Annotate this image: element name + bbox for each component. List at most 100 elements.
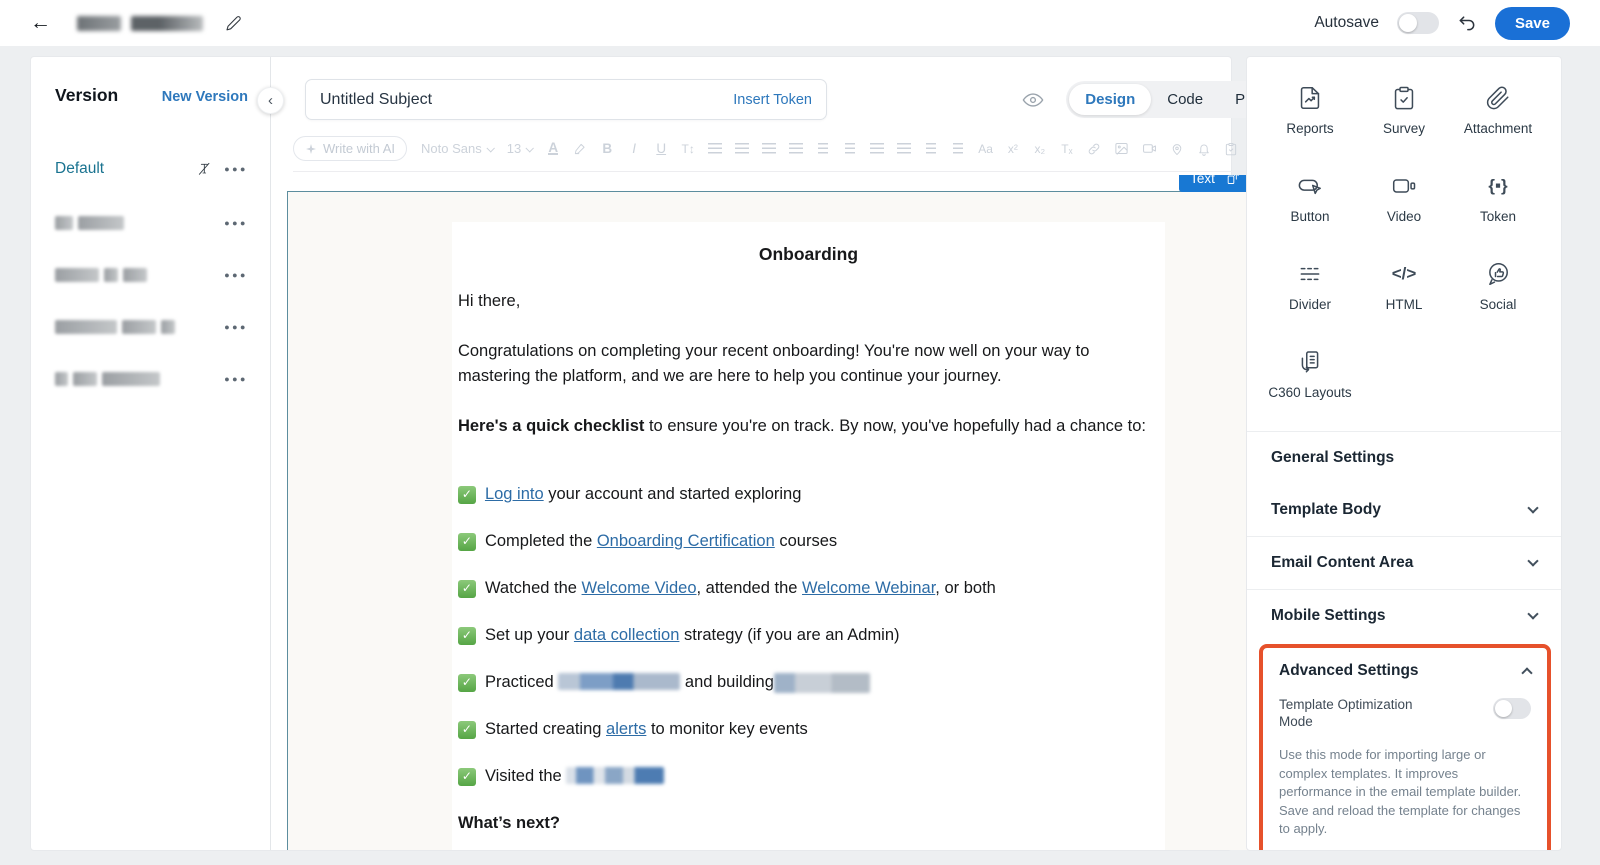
section-title: Email Content Area <box>1271 554 1414 571</box>
video-icon <box>1391 173 1417 199</box>
section-title: Template Body <box>1271 501 1381 518</box>
tab-design[interactable]: Design <box>1069 84 1152 115</box>
more-menu-icon[interactable]: ●●● <box>224 218 248 228</box>
section-email-content-area[interactable]: Email Content Area <box>1247 536 1561 589</box>
more-menu-icon[interactable]: ●●● <box>224 374 248 384</box>
video-embed-icon[interactable] <box>1142 141 1157 157</box>
more-menu-icon[interactable]: ●●● <box>224 270 248 280</box>
email-link[interactable]: alerts <box>606 720 646 738</box>
component-social[interactable]: Social <box>1451 261 1545 313</box>
italic-icon[interactable]: I <box>627 141 641 157</box>
tab-code[interactable]: Code <box>1151 84 1219 115</box>
write-with-ai-button[interactable]: Write with AI <box>293 136 408 161</box>
version-item-label[interactable]: Default <box>55 160 104 178</box>
line-height-icon[interactable]: T↕ <box>681 141 695 157</box>
align-center-icon[interactable] <box>735 141 750 157</box>
version-item-redacted[interactable]: ●●● <box>55 372 248 386</box>
font-color-icon[interactable]: A <box>546 141 560 157</box>
redacted-text <box>161 320 175 334</box>
checklist-text: Set up your data collection strategy (if… <box>484 626 900 644</box>
block-type-label: Text <box>1190 175 1215 186</box>
link-icon[interactable] <box>1087 141 1101 157</box>
component-c360-layouts[interactable]: C360 Layouts <box>1263 349 1357 401</box>
template-optimization-toggle[interactable] <box>1493 698 1531 719</box>
component-reports[interactable]: Reports <box>1263 85 1357 137</box>
social-icon <box>1485 261 1511 287</box>
image-icon[interactable] <box>1114 141 1129 157</box>
collapse-panel-button[interactable]: ‹ <box>257 87 284 114</box>
eye-icon[interactable] <box>1022 89 1044 111</box>
check-mark-icon: ✓ <box>457 532 476 551</box>
list-ordered-icon[interactable] <box>870 141 885 157</box>
letter-case-icon[interactable]: Aa <box>978 141 993 157</box>
email-link[interactable]: Welcome Webinar <box>802 579 935 597</box>
redacted-text <box>773 673 870 693</box>
align-right-icon[interactable] <box>762 141 777 157</box>
version-item-default[interactable]: Default ●●● <box>55 160 248 178</box>
undo-icon[interactable] <box>1457 13 1477 33</box>
export-block-icon[interactable] <box>1226 175 1241 186</box>
new-version-button[interactable]: New Version <box>162 89 248 105</box>
autosave-toggle[interactable] <box>1396 12 1439 34</box>
component-token[interactable]: {▪} Token <box>1451 173 1545 225</box>
check-mark-icon: ✓ <box>457 579 476 598</box>
reports-icon <box>1297 85 1323 111</box>
email-link[interactable]: Log into <box>485 485 544 503</box>
list-check-icon[interactable] <box>924 141 938 157</box>
version-item-redacted[interactable]: ●●● <box>55 216 248 230</box>
design-canvas[interactable]: Text Onboarding Hi there, Congratulation… <box>271 175 1337 850</box>
email-link[interactable]: Onboarding Certification <box>597 532 775 550</box>
selected-text-block[interactable]: Text Onboarding Hi there, Congratulation… <box>287 175 1330 850</box>
advanced-settings-title: Advanced Settings <box>1279 662 1419 679</box>
email-content[interactable]: Onboarding Hi there, Congratulations on … <box>451 222 1165 850</box>
pencil-icon[interactable] <box>225 15 242 32</box>
more-menu-icon[interactable]: ●●● <box>224 164 248 174</box>
redacted-text <box>123 268 147 282</box>
list-bullet-icon[interactable] <box>897 141 912 157</box>
component-survey[interactable]: Survey <box>1357 85 1451 137</box>
subscript-icon[interactable]: x₂ <box>1033 141 1047 157</box>
font-size-select[interactable]: 13 <box>507 141 535 156</box>
back-arrow-icon[interactable]: ← <box>30 11 51 35</box>
bold-icon[interactable]: B <box>600 141 614 157</box>
version-item-redacted[interactable]: ●●● <box>55 320 248 334</box>
align-justify-icon[interactable] <box>789 141 804 157</box>
underline-icon[interactable]: U <box>654 141 668 157</box>
component-divider[interactable]: Divider <box>1263 261 1357 313</box>
font-family-select[interactable]: Noto Sans <box>421 141 495 156</box>
subject-input[interactable] <box>320 90 734 109</box>
indent-icon[interactable] <box>843 141 857 157</box>
survey-icon <box>1391 85 1417 111</box>
insert-token-button[interactable]: Insert Token <box>733 92 812 108</box>
align-left-icon[interactable] <box>708 141 723 157</box>
section-general-settings[interactable]: General Settings <box>1247 431 1561 484</box>
outdent-icon[interactable] <box>816 141 830 157</box>
component-button[interactable]: Button <box>1263 173 1357 225</box>
bell-icon[interactable] <box>1197 141 1211 157</box>
html-icon: </> <box>1391 264 1417 283</box>
redacted-text <box>558 673 681 690</box>
list-plain-icon[interactable] <box>951 141 965 157</box>
save-button[interactable]: Save <box>1494 6 1570 40</box>
version-item-redacted[interactable]: ●●● <box>55 268 248 282</box>
section-template-body[interactable]: Template Body <box>1247 484 1561 536</box>
advanced-settings-header[interactable]: Advanced Settings <box>1279 662 1533 680</box>
clear-format-icon[interactable]: Tₓ <box>1060 141 1074 157</box>
top-bar: ← Autosave Save <box>0 0 1600 46</box>
component-label: Attachment <box>1463 121 1533 136</box>
section-mobile-settings[interactable]: Mobile Settings <box>1247 589 1561 642</box>
checklist-item: ✓ Visited the <box>457 764 1159 789</box>
email-link[interactable]: Welcome Video <box>582 579 697 597</box>
clipboard-icon[interactable] <box>1224 141 1238 157</box>
chevron-down-icon <box>1527 555 1539 567</box>
superscript-icon[interactable]: x² <box>1006 141 1020 157</box>
component-attachment[interactable]: Attachment <box>1451 85 1545 137</box>
component-html[interactable]: </> HTML <box>1357 261 1451 313</box>
email-link[interactable]: data collection <box>574 626 680 644</box>
highlighter-icon[interactable] <box>573 141 587 157</box>
location-icon[interactable] <box>1170 141 1184 157</box>
component-video[interactable]: Video <box>1357 173 1451 225</box>
component-label: Reports <box>1286 121 1334 136</box>
more-menu-icon[interactable]: ●●● <box>224 322 248 332</box>
version-panel-title: Version <box>55 85 119 105</box>
